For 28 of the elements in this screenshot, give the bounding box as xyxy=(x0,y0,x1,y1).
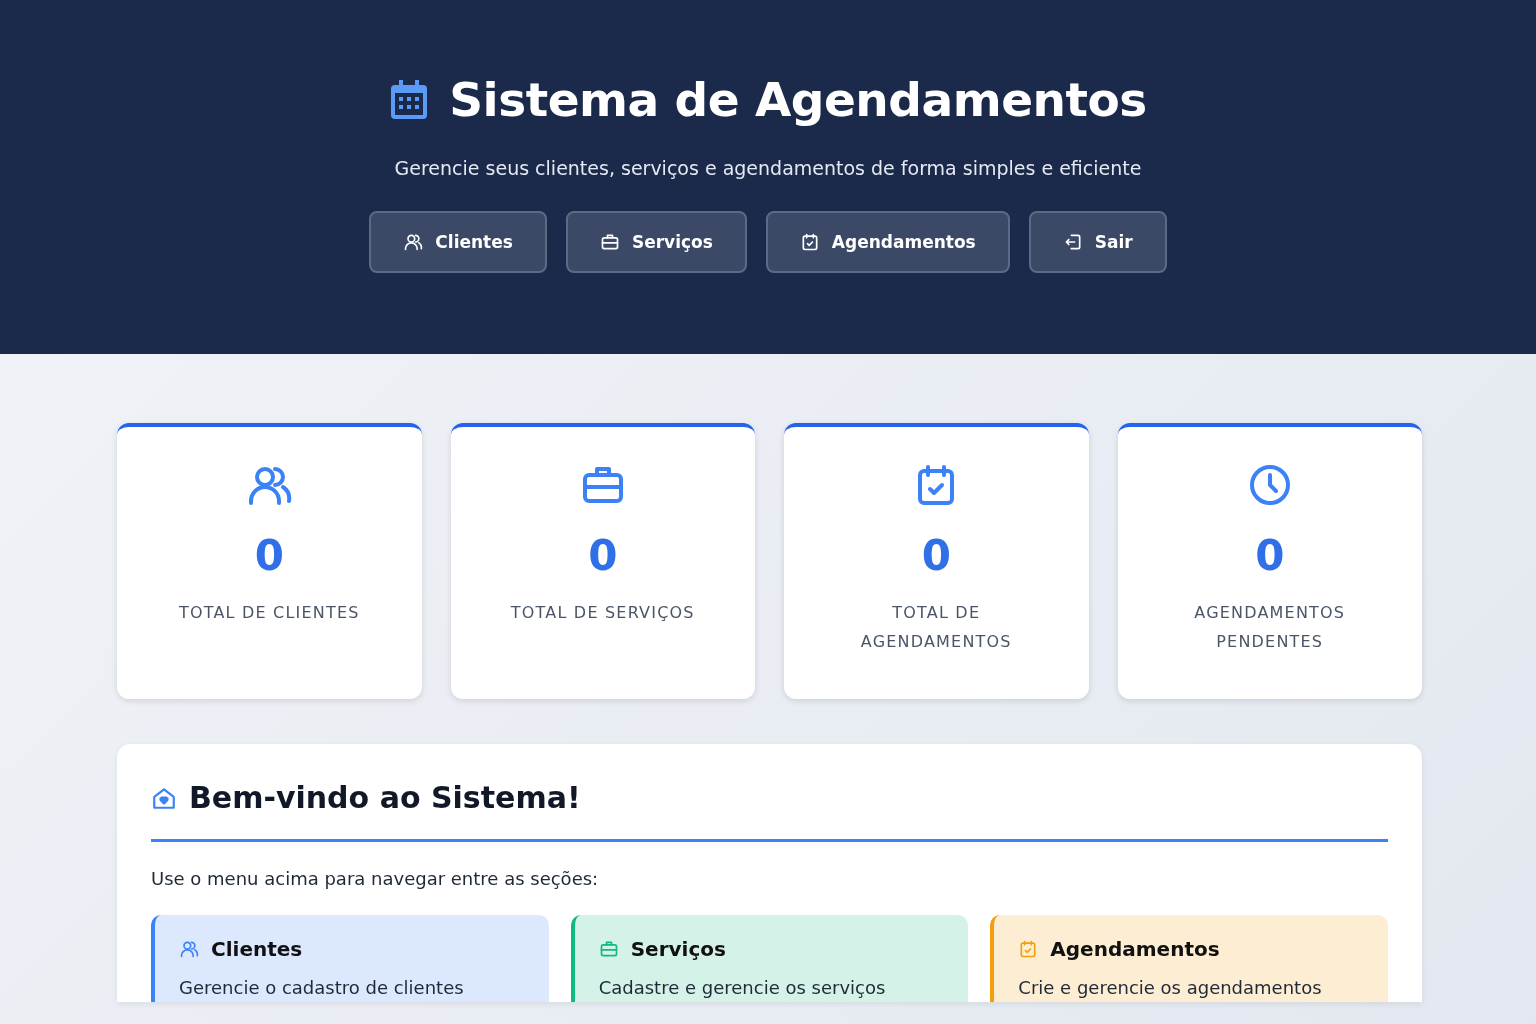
welcome-intro: Use o menu acima para navegar entre as seções: xyxy=(151,868,600,889)
users-icon xyxy=(179,939,199,959)
section-description: Cadastre e gerencie os serviços xyxy=(598,977,887,998)
nav-button[interactable]: Sair xyxy=(1028,211,1167,273)
app-subtitle: Gerencie seus clientes, serviços e agendamentos de forma simples e eficiente xyxy=(393,157,1143,179)
app-title: Sistema de Agendamentos xyxy=(449,72,1147,127)
stat-value: 0 xyxy=(254,531,284,580)
stat-label: TOTAL DE AGENDAMENTOS xyxy=(859,602,1013,653)
stat-value: 0 xyxy=(1255,531,1285,580)
calendar-check-icon xyxy=(1018,939,1039,959)
section-title: Clientes xyxy=(211,937,303,961)
section-title: Serviços xyxy=(630,937,726,961)
stat-label: TOTAL DE SERVIÇOS xyxy=(509,602,696,624)
stat-value: 0 xyxy=(588,531,618,580)
users-icon xyxy=(403,232,424,252)
briefcase-icon xyxy=(599,232,620,252)
briefcase-icon xyxy=(598,939,619,959)
calendar-icon xyxy=(389,78,430,121)
nav-button[interactable]: Agendamentos xyxy=(765,211,1010,273)
stat-value: 0 xyxy=(921,531,951,580)
welcome-title: Bem-vindo ao Sistema! xyxy=(189,780,581,815)
nav-button[interactable]: Serviços xyxy=(565,211,747,273)
section-description: Gerencie o cadastro de clientes xyxy=(179,977,465,998)
stat-label: TOTAL DE CLIENTES xyxy=(177,602,361,624)
section-description: Crie e gerencie os agendamentos xyxy=(1018,977,1323,998)
stat-label: AGENDAMENTOS PENDENTES xyxy=(1193,602,1347,653)
nav-button[interactable]: Clientes xyxy=(369,211,547,273)
section-title: Agendamentos xyxy=(1050,937,1220,961)
